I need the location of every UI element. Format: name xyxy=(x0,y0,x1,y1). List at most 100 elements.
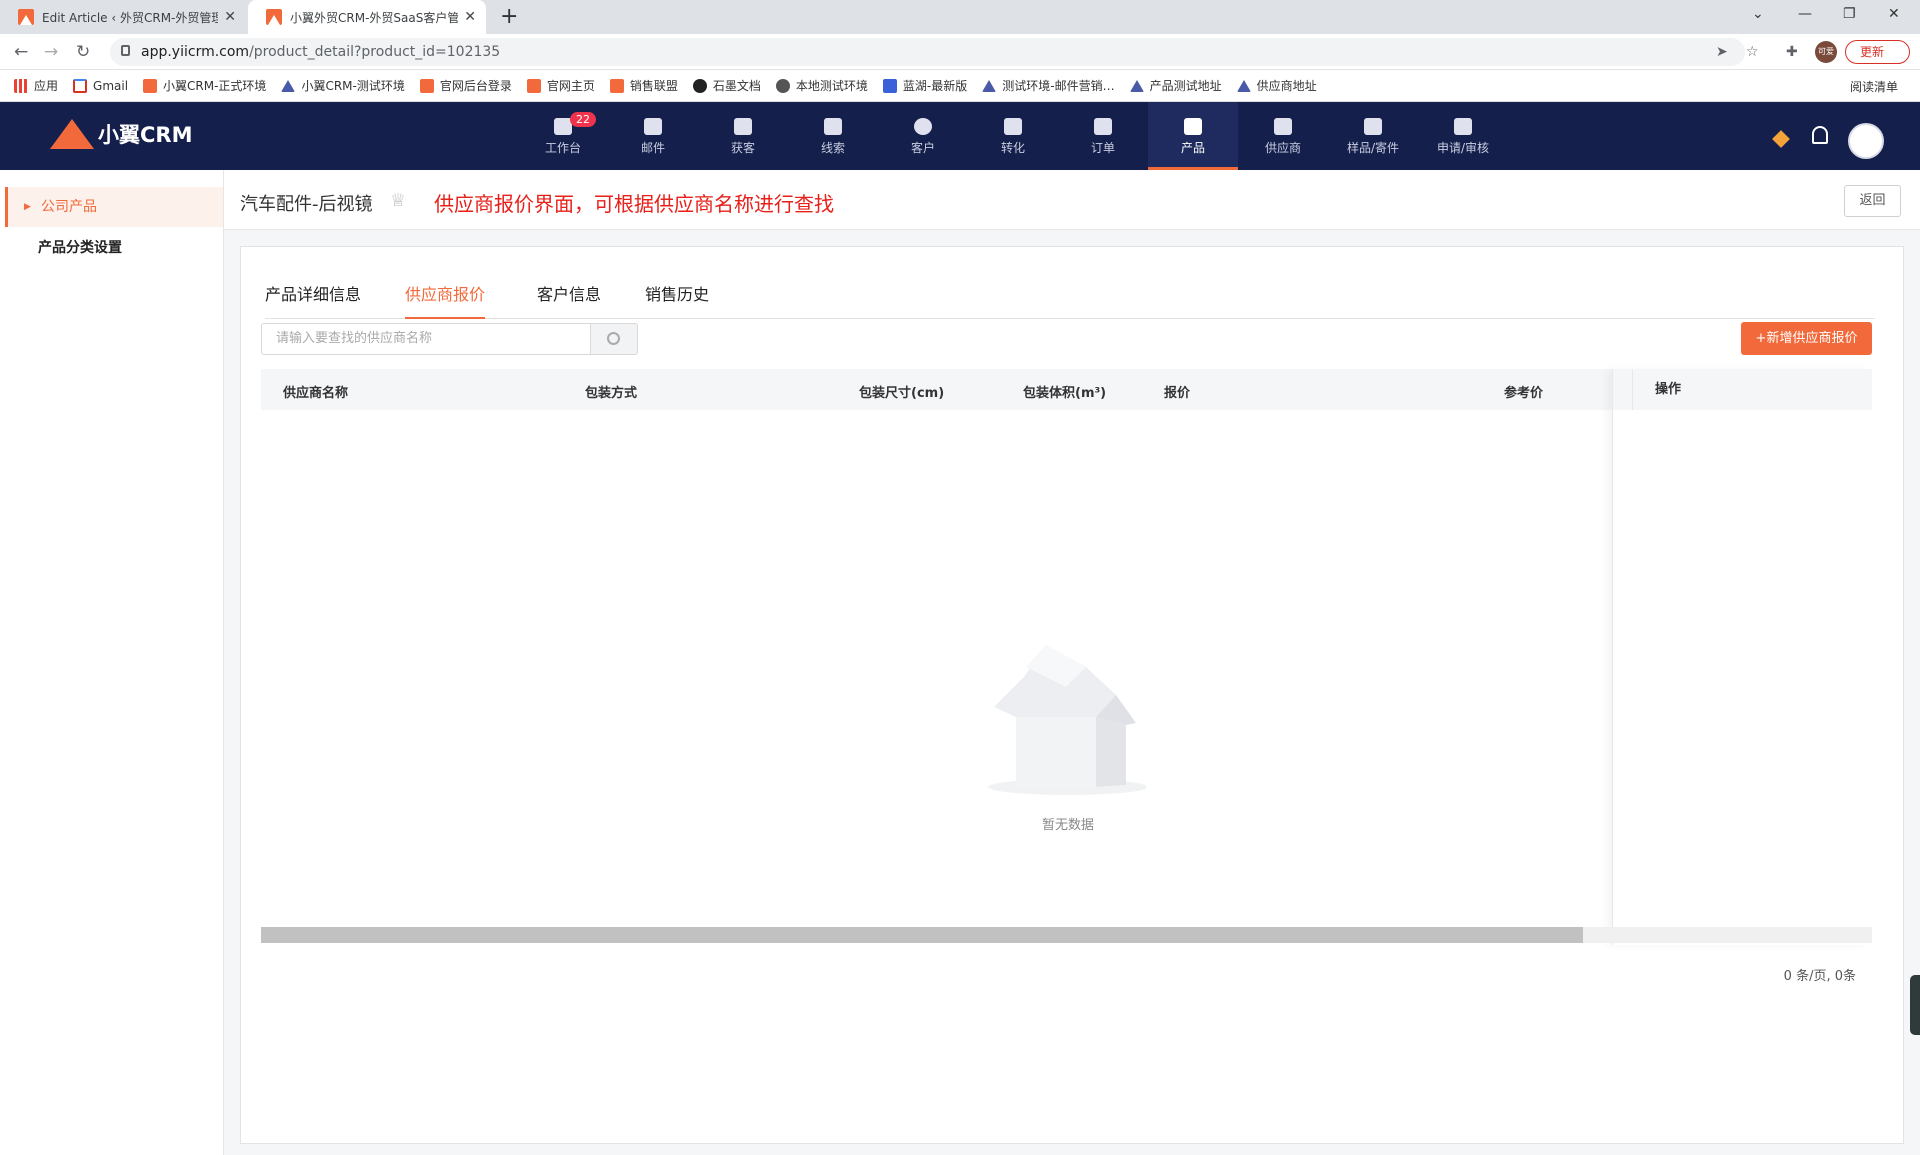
sidebar-item-category-settings[interactable]: 产品分类设置 xyxy=(5,228,223,268)
bookmark-label: 小翼CRM-正式环境 xyxy=(163,79,267,93)
bookmark-gmail[interactable]: Gmail xyxy=(73,78,128,93)
nav-leads[interactable]: 线索 xyxy=(788,102,878,170)
nav-acquire[interactable]: 获客 xyxy=(698,102,788,170)
tab-customer-info[interactable]: 客户信息 xyxy=(537,281,601,319)
bookmark-site-admin[interactable]: 官网后台登录 xyxy=(419,77,512,94)
url-field[interactable]: app.yiicrm.com/product_detail?product_id… xyxy=(110,38,1745,66)
tab-sales-history[interactable]: 销售历史 xyxy=(645,281,709,319)
logo-text: 小翼CRM xyxy=(98,123,193,147)
supplier-search-input[interactable]: 请输入要查找的供应商名称 xyxy=(261,323,591,355)
forward-arrow-icon[interactable]: → xyxy=(44,42,58,62)
nav-customers[interactable]: 客户 xyxy=(878,102,968,170)
bookmark-label: 官网后台登录 xyxy=(439,79,512,93)
address-bar-row: ← → ↻ app.yiicrm.com/product_detail?prod… xyxy=(0,34,1920,70)
bookmark-sales-alliance[interactable]: 销售联盟 xyxy=(609,77,678,94)
browser-tab-2[interactable]: 小翼外贸CRM-外贸SaaS客户管理… ✕ xyxy=(248,0,486,34)
back-arrow-icon[interactable]: ← xyxy=(14,42,28,62)
nav-label: 工作台 xyxy=(544,141,581,155)
bookmark-shimo[interactable]: 石墨文档 xyxy=(692,77,761,94)
shimo-icon xyxy=(692,78,707,93)
bookmark-label: 蓝湖-最新版 xyxy=(902,79,968,93)
sidebar-item-company-products[interactable]: ▶ 公司产品 xyxy=(5,187,223,227)
nav-suppliers[interactable]: 供应商 xyxy=(1238,102,1328,170)
col-quote[interactable]: 报价 xyxy=(1164,382,1190,401)
bookmark-product-test[interactable]: 产品测试地址 xyxy=(1129,77,1222,94)
user-avatar[interactable] xyxy=(1848,123,1884,159)
leads-icon xyxy=(824,118,842,135)
nav-workbench[interactable]: 22 工作台 xyxy=(518,102,608,170)
bookmark-apps[interactable]: 应用 xyxy=(14,77,58,94)
back-button[interactable]: 返回 xyxy=(1844,185,1901,217)
funnel-icon xyxy=(1004,118,1022,135)
nav-products[interactable]: 产品 xyxy=(1148,102,1238,170)
tab-close-icon[interactable]: ✕ xyxy=(224,9,236,25)
bell-icon[interactable] xyxy=(1812,126,1828,144)
annotation-text: 供应商报价界面，可根据供应商名称进行查找 xyxy=(434,192,834,216)
col-supplier-name[interactable]: 供应商名称 xyxy=(283,382,348,401)
sidebar: ▶ 公司产品 产品分类设置 xyxy=(0,170,224,1155)
app-logo[interactable]: 小翼CRM xyxy=(50,119,192,149)
nav-mail[interactable]: 邮件 xyxy=(608,102,698,170)
profile-avatar[interactable]: 可爱 xyxy=(1815,41,1837,63)
bookmark-crm-prod[interactable]: 小翼CRM-正式环境 xyxy=(143,77,266,94)
nav-samples[interactable]: 样品/寄件 xyxy=(1328,102,1418,170)
triangle-logo-icon xyxy=(1129,79,1144,92)
tab-close-icon[interactable]: ✕ xyxy=(464,9,476,25)
close-window-button[interactable]: ✕ xyxy=(1888,6,1900,22)
bookmark-crm-test[interactable]: 小翼CRM-测试环境 xyxy=(281,77,405,94)
extensions-icon[interactable]: ✚ xyxy=(1786,44,1798,60)
approval-icon xyxy=(1454,118,1472,135)
bookmark-local-test[interactable]: 本地测试环境 xyxy=(775,77,868,94)
bookmark-email-marketing[interactable]: 测试环境-邮件营销… xyxy=(982,77,1115,94)
url-host: app.yiicrm.com xyxy=(141,44,250,60)
update-button[interactable]: 更新 xyxy=(1845,40,1910,64)
empty-state-text: 暂无数据 xyxy=(1041,818,1094,833)
bookmark-label: 官网主页 xyxy=(546,79,595,93)
browser-tab-1[interactable]: Edit Article ‹ 外贸CRM-外贸管理… ✕ xyxy=(0,0,246,34)
browser-tab-bar: Edit Article ‹ 外贸CRM-外贸管理… ✕ 小翼外贸CRM-外贸S… xyxy=(0,0,1920,34)
bookmark-supplier[interactable]: 供应商地址 xyxy=(1236,77,1317,94)
nav-approvals[interactable]: 申请/审核 xyxy=(1418,102,1508,170)
sidebar-item-label: 公司产品 xyxy=(41,199,97,215)
tab-supplier-quotes[interactable]: 供应商报价 xyxy=(405,281,486,319)
scrollbar-thumb[interactable] xyxy=(261,927,1583,943)
send-icon[interactable]: ➤ xyxy=(1716,44,1728,60)
nav-conversion[interactable]: 转化 xyxy=(968,102,1058,170)
crm-favicon-icon xyxy=(266,9,282,25)
nav-label: 样品/寄件 xyxy=(1346,141,1400,155)
tab-product-details[interactable]: 产品详细信息 xyxy=(265,281,361,319)
add-supplier-quote-button[interactable]: +新增供应商报价 xyxy=(1741,322,1872,355)
bookmark-label: 石墨文档 xyxy=(712,79,761,93)
col-reference-price[interactable]: 参考价 xyxy=(1504,382,1543,401)
horizontal-scrollbar[interactable] xyxy=(261,927,1872,943)
supplier-icon xyxy=(1274,118,1292,135)
bookmark-site-home[interactable]: 官网主页 xyxy=(526,77,595,94)
reading-list[interactable]: 阅读清单 xyxy=(1850,78,1898,95)
nav-label: 获客 xyxy=(730,141,755,155)
col-packaging[interactable]: 包装方式 xyxy=(585,382,637,401)
nav-orders[interactable]: 订单 xyxy=(1058,102,1148,170)
acquire-icon xyxy=(734,118,752,135)
bookmark-lanhu[interactable]: 蓝湖-最新版 xyxy=(882,77,968,94)
restore-button[interactable]: ❐ xyxy=(1843,6,1856,22)
col-package-size[interactable]: 包装尺寸(cm) xyxy=(859,382,944,401)
empty-box-icon xyxy=(988,645,1146,795)
content-card: 产品详细信息 供应商报价 客户信息 销售历史 请输入要查找的供应商名称 +新增供… xyxy=(240,246,1904,1144)
lanhu-icon xyxy=(882,78,897,93)
bookmark-star-icon[interactable]: ☆ xyxy=(1746,44,1759,60)
side-panel-handle[interactable] xyxy=(1910,975,1920,1035)
crm-logo-icon xyxy=(143,78,158,93)
new-tab-button[interactable]: + xyxy=(500,4,518,29)
fixed-actions-column xyxy=(1612,369,1872,945)
search-button[interactable] xyxy=(591,323,638,355)
nav-label: 客户 xyxy=(910,141,935,155)
col-package-volume[interactable]: 包装体积(m³) xyxy=(1023,382,1106,401)
bookmarks-bar: 应用 Gmail 小翼CRM-正式环境 小翼CRM-测试环境 官网后台登录 官网… xyxy=(0,70,1920,102)
crown-icon[interactable]: ♕ xyxy=(390,190,406,211)
reload-icon[interactable]: ↻ xyxy=(76,42,90,62)
sidebar-item-label: 产品分类设置 xyxy=(38,240,122,256)
tab-search-icon[interactable]: ⌄ xyxy=(1752,6,1764,22)
crm-logo-icon xyxy=(419,78,434,93)
crm-favicon-icon xyxy=(18,9,34,25)
minimize-button[interactable]: — xyxy=(1798,6,1812,22)
